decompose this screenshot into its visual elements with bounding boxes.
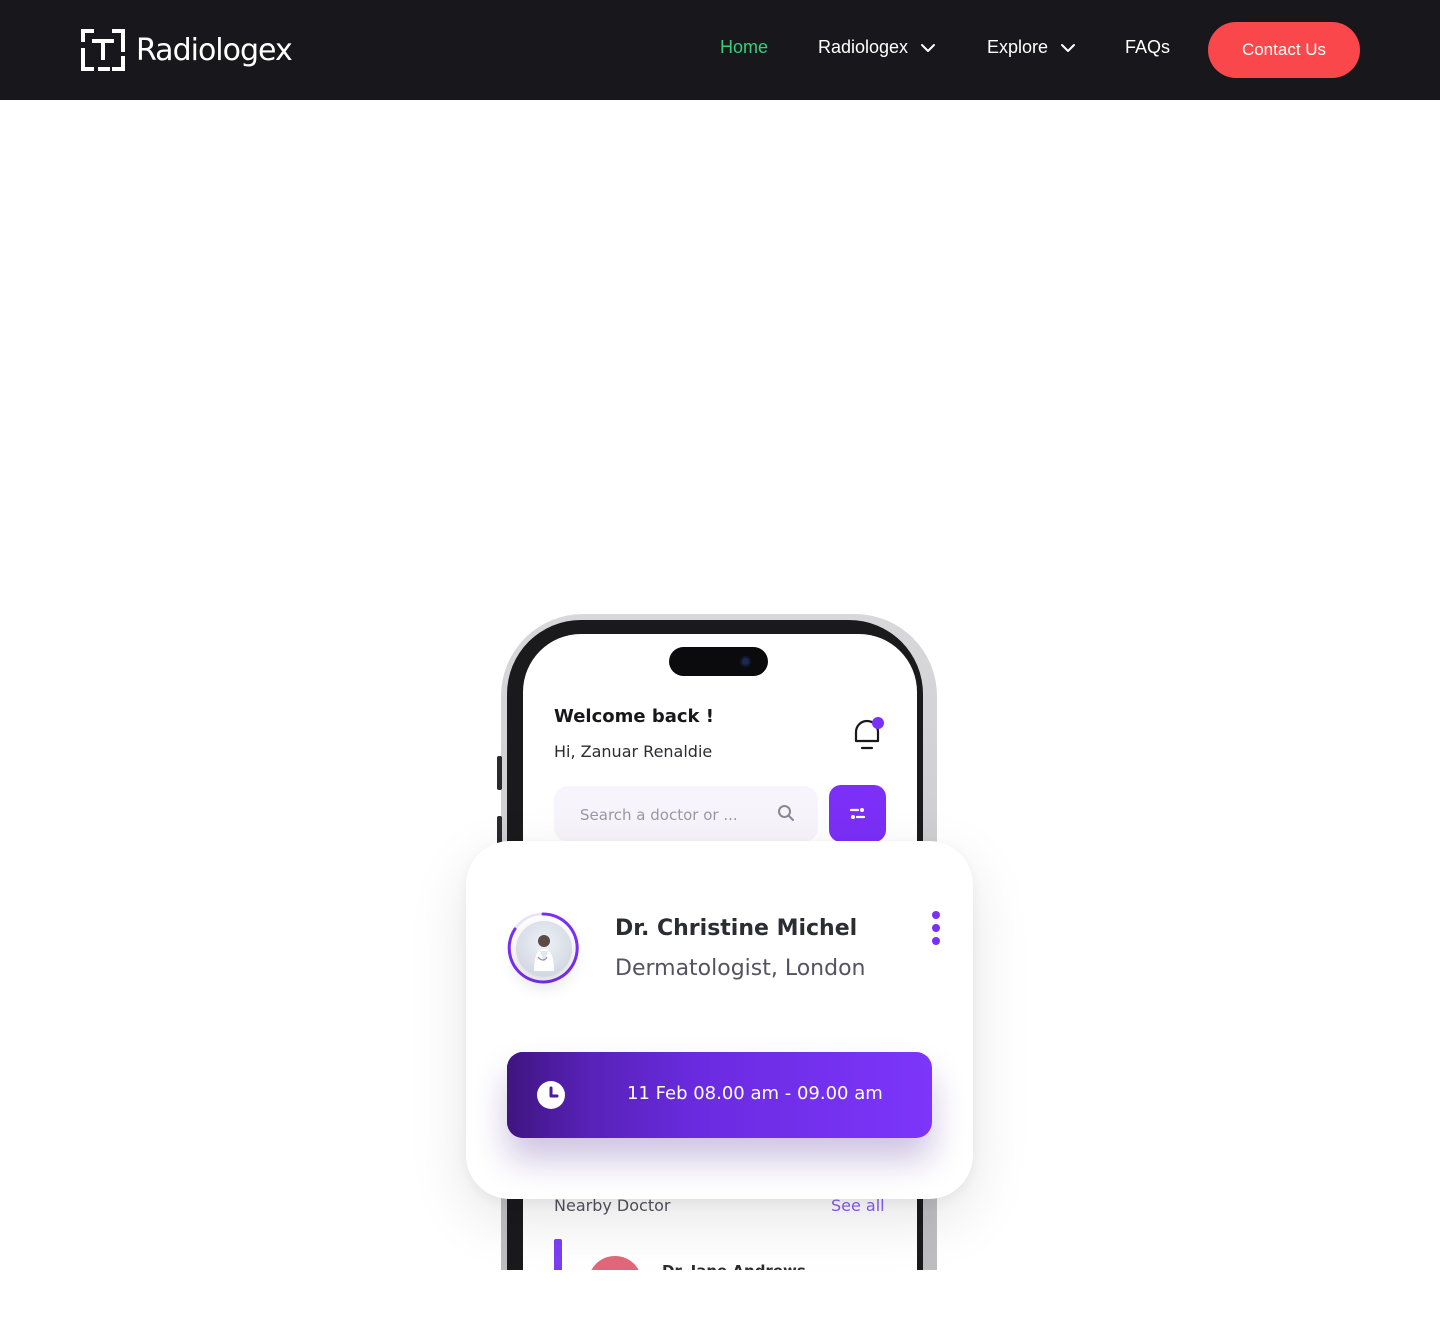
dynamic-island bbox=[669, 647, 768, 676]
camera-icon bbox=[740, 656, 751, 667]
nav-explore[interactable]: Explore bbox=[987, 37, 1076, 58]
nav-faqs-label: FAQs bbox=[1125, 37, 1171, 57]
search-placeholder: Search a doctor or ... bbox=[580, 806, 738, 824]
brand-name: Radiologex bbox=[136, 32, 293, 68]
clock-icon bbox=[537, 1081, 565, 1109]
doctor-appointment-card[interactable] bbox=[466, 841, 973, 1199]
filter-button[interactable] bbox=[829, 785, 886, 842]
bell-icon[interactable] bbox=[852, 715, 886, 755]
doctor-name: Dr. Christine Michel bbox=[615, 916, 858, 941]
more-vertical-icon[interactable] bbox=[930, 911, 942, 947]
brand-logo[interactable]: Radiologex bbox=[80, 28, 293, 72]
chevron-down-icon bbox=[921, 43, 936, 52]
doctor-avatar bbox=[516, 921, 572, 977]
phone-volume-button bbox=[497, 756, 502, 790]
filter-icon bbox=[849, 808, 866, 819]
doctor-photo-icon bbox=[534, 935, 554, 971]
appointment-time: 11 Feb 08.00 am - 09.00 am bbox=[627, 1083, 883, 1104]
nav-home[interactable]: Home bbox=[720, 37, 768, 58]
logo-icon bbox=[81, 29, 125, 71]
nav-explore-label: Explore bbox=[987, 37, 1049, 57]
welcome-heading: Welcome back ! bbox=[554, 706, 715, 727]
nav-home-label: Home bbox=[720, 37, 769, 57]
user-greeting: Hi, Zanuar Renaldie bbox=[554, 742, 713, 761]
top-navbar: Radiologex Home Radiologex Explore FAQs … bbox=[0, 0, 1440, 100]
nav-faqs[interactable]: FAQs bbox=[1125, 37, 1170, 58]
contact-us-button[interactable]: Contact Us bbox=[1208, 22, 1360, 78]
doctor-specialty: Dermatologist, London bbox=[615, 956, 866, 981]
search-icon bbox=[778, 805, 794, 821]
appointment-time-button[interactable]: 11 Feb 08.00 am - 09.00 am bbox=[507, 1052, 932, 1138]
nav-radiologex[interactable]: Radiologex bbox=[818, 37, 936, 58]
page-background bbox=[0, 1270, 1440, 1341]
nav-radiologex-label: Radiologex bbox=[818, 37, 909, 57]
chevron-down-icon bbox=[1061, 43, 1076, 52]
search-input[interactable]: Search a doctor or ... bbox=[554, 786, 818, 842]
appointment-icon-panel bbox=[507, 1052, 594, 1138]
contact-us-label: Contact Us bbox=[1241, 40, 1327, 59]
